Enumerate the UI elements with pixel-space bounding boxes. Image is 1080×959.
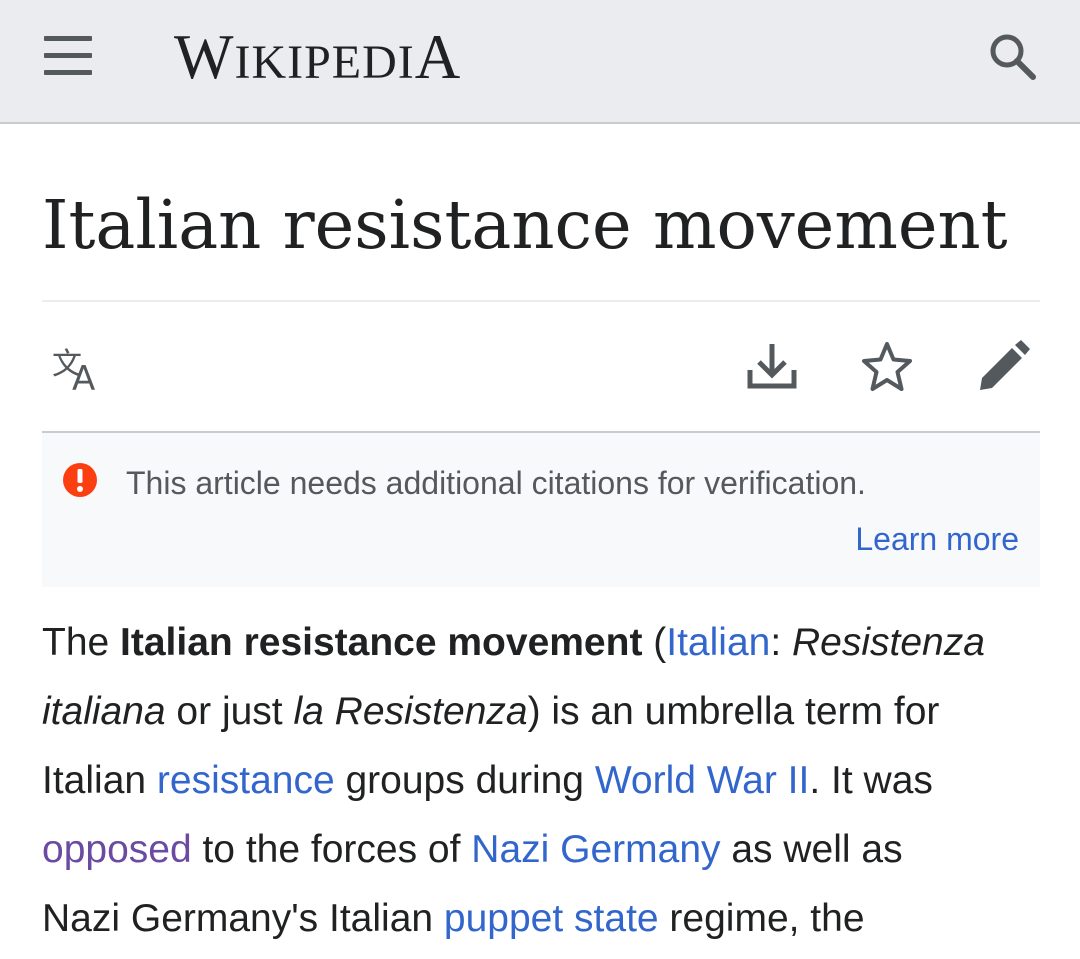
text-run: The <box>42 621 121 664</box>
paragraph-line: italiana or just la Resistenza) is an um… <box>42 677 1040 746</box>
text-run: Nazi Germany's Italian <box>42 897 444 940</box>
citation-notice[interactable]: This article needs additional citations … <box>42 431 1040 587</box>
link-italian[interactable]: Italian <box>666 621 770 664</box>
italic-term: italiana <box>42 690 166 733</box>
italic-term: Resistenza <box>792 621 985 664</box>
learn-more-link[interactable]: Learn more <box>855 519 1019 559</box>
search-icon[interactable] <box>986 30 1038 82</box>
wikipedia-wordmark[interactable]: WIKIPEDIA <box>174 22 461 98</box>
hamburger-menu-icon[interactable] <box>44 36 92 76</box>
paragraph-line: Nazi Germany's Italian puppet state regi… <box>42 884 1040 953</box>
text-run: ( <box>642 621 667 664</box>
italic-term: la Resistenza <box>293 690 528 733</box>
link-world-war-ii[interactable]: World War II <box>595 759 810 802</box>
paragraph-line: opposed to the forces of Nazi Germany as… <box>42 815 1040 884</box>
text-run: : <box>770 621 793 664</box>
title-divider <box>42 300 1040 302</box>
star-icon[interactable] <box>860 340 914 394</box>
text-run: . It was <box>809 759 933 802</box>
page-title: Italian resistance movement <box>42 186 1008 264</box>
text-run: or just <box>165 690 294 733</box>
bold-term: Italian resistance movement <box>120 621 643 664</box>
text-run: regime, the <box>658 897 865 940</box>
text-run: to the forces of <box>191 828 472 871</box>
top-bar: WIKIPEDIA <box>0 0 1080 124</box>
paragraph-line: Italian resistance groups during World W… <box>42 746 1040 815</box>
language-icon[interactable]: 文 A <box>50 342 108 394</box>
link-puppet-state[interactable]: puppet state <box>444 897 659 940</box>
link-nazi-germany[interactable]: Nazi Germany <box>471 828 720 871</box>
link-opposed[interactable]: opposed <box>42 828 192 871</box>
text-run: ) is an umbrella term for <box>527 690 940 733</box>
link-resistance[interactable]: resistance <box>157 759 335 802</box>
warning-icon <box>63 463 97 497</box>
lead-paragraph: The Italian resistance movement (Italian… <box>42 608 1040 953</box>
text-run: as well as <box>720 828 903 871</box>
text-run: Italian <box>42 759 157 802</box>
paragraph-line: The Italian resistance movement (Italian… <box>42 608 1040 677</box>
pencil-icon[interactable] <box>976 340 1030 394</box>
text-run: groups during <box>334 759 595 802</box>
download-icon[interactable] <box>746 340 798 392</box>
svg-text:A: A <box>72 359 95 394</box>
notice-text: This article needs additional citations … <box>126 465 866 501</box>
